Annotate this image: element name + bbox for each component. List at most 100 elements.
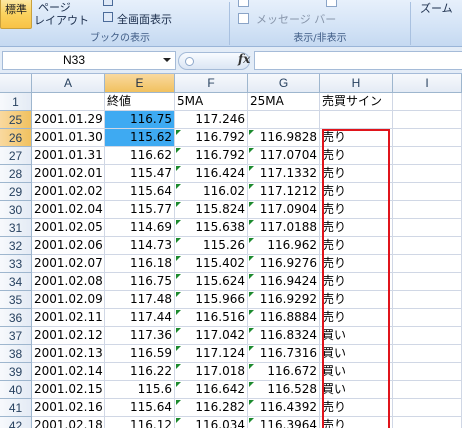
cell-5ma[interactable]: 117.124 [175, 345, 248, 363]
chevron-down-icon[interactable] [163, 58, 171, 62]
cell-25ma[interactable]: 116.528 [248, 381, 320, 399]
cell-close[interactable]: 117.48 [105, 291, 175, 309]
cell-25ma[interactable] [248, 111, 320, 129]
normal-view-button[interactable]: 標準 [0, 0, 32, 29]
cell-signal[interactable]: 売り [320, 291, 393, 309]
cell-5ma[interactable]: 116.516 [175, 309, 248, 327]
cell-5ma[interactable]: 116.02 [175, 183, 248, 201]
column-header-h[interactable]: H [320, 74, 393, 93]
cell-25ma[interactable]: 117.0704 [248, 147, 320, 165]
cell-5ma[interactable]: 116.642 [175, 381, 248, 399]
cell-date[interactable]: 2001.01.30 [32, 129, 105, 147]
cell-close[interactable]: 116.59 [105, 345, 175, 363]
cell-empty[interactable] [393, 291, 462, 309]
cell-5ma[interactable]: 116.792 [175, 129, 248, 147]
cell-25ma[interactable]: 116.7316 [248, 345, 320, 363]
zoom-button[interactable]: ズーム [420, 0, 453, 16]
row-header[interactable]: 1 [0, 93, 32, 111]
cell-signal[interactable]: 売り [320, 273, 393, 291]
cell-signal[interactable]: 売り [320, 309, 393, 327]
cell-signal[interactable]: 売り [320, 237, 393, 255]
fullscreen-button[interactable]: 全画面表示 [117, 11, 172, 27]
cell-date[interactable]: 2001.01.31 [32, 147, 105, 165]
cell-signal[interactable]: 買い [320, 363, 393, 381]
cell-date[interactable]: 2001.02.13 [32, 345, 105, 363]
cell-close[interactable]: 116.62 [105, 147, 175, 165]
cell-close[interactable]: 114.73 [105, 237, 175, 255]
cell-5ma[interactable]: 115.26 [175, 237, 248, 255]
cell-signal[interactable]: 売り [320, 129, 393, 147]
cell-25ma[interactable]: 116.4392 [248, 399, 320, 417]
cell-5ma[interactable]: 115.624 [175, 273, 248, 291]
cell-close[interactable]: 115.64 [105, 399, 175, 417]
cell-date[interactable]: 2001.02.08 [32, 273, 105, 291]
cell-empty[interactable] [393, 345, 462, 363]
cell-close[interactable]: 115.47 [105, 165, 175, 183]
cell-signal[interactable]: 買い [320, 345, 393, 363]
cell-date[interactable]: 2001.02.12 [32, 327, 105, 345]
cell-signal[interactable]: 売り [320, 201, 393, 219]
cell-date[interactable]: 2001.02.01 [32, 165, 105, 183]
cell-empty[interactable] [393, 309, 462, 327]
cell-empty[interactable] [393, 237, 462, 255]
cell-5ma[interactable]: 115.638 [175, 219, 248, 237]
cell-5ma[interactable]: 116.282 [175, 399, 248, 417]
cell-signal[interactable]: 買い [320, 381, 393, 399]
worksheet-grid[interactable]: A E F G H I 1 終値 5MA 25MA 売買サイン 25 2001.01.29 1… [0, 74, 462, 428]
formula-input[interactable] [254, 51, 462, 70]
cell-close[interactable]: 114.69 [105, 219, 175, 237]
cell-date[interactable]: 2001.02.18 [32, 417, 105, 428]
row-header[interactable]: 34 [0, 273, 32, 291]
cell-25ma[interactable]: 117.1212 [248, 183, 320, 201]
cell-25ma[interactable]: 116.8884 [248, 309, 320, 327]
row-header[interactable]: 28 [0, 165, 32, 183]
cell-close[interactable]: 116.75 [105, 111, 175, 129]
cell-date[interactable]: 2001.02.16 [32, 399, 105, 417]
cell-25ma[interactable]: 116.9292 [248, 291, 320, 309]
row-header[interactable]: 30 [0, 201, 32, 219]
header-cell[interactable] [393, 93, 462, 111]
cell-25ma[interactable]: 117.1332 [248, 165, 320, 183]
cell-date[interactable]: 2001.02.15 [32, 381, 105, 399]
cell-25ma[interactable]: 117.0188 [248, 219, 320, 237]
cell-25ma[interactable]: 117.0904 [248, 201, 320, 219]
cell-signal[interactable]: 売り [320, 165, 393, 183]
cell-date[interactable]: 2001.02.06 [32, 237, 105, 255]
cell-empty[interactable] [393, 219, 462, 237]
page-layout-label-2[interactable]: レイアウト [34, 12, 89, 28]
cell-25ma[interactable]: 116.9276 [248, 255, 320, 273]
cell-empty[interactable] [393, 147, 462, 165]
cell-close[interactable]: 115.6 [105, 381, 175, 399]
cell-signal[interactable]: 売り [320, 147, 393, 165]
header-cell[interactable]: 5MA [175, 93, 248, 111]
row-header[interactable]: 42 [0, 417, 32, 428]
cell-empty[interactable] [393, 273, 462, 291]
cell-empty[interactable] [393, 255, 462, 273]
cell-empty[interactable] [393, 129, 462, 147]
header-cell[interactable] [32, 93, 105, 111]
cell-date[interactable]: 2001.02.02 [32, 183, 105, 201]
row-header[interactable]: 25 [0, 111, 32, 129]
cell-signal[interactable]: 売り [320, 399, 393, 417]
row-header[interactable]: 37 [0, 327, 32, 345]
cell-empty[interactable] [393, 201, 462, 219]
row-header[interactable]: 39 [0, 363, 32, 381]
header-cell[interactable]: 終値 [105, 93, 175, 111]
cell-5ma[interactable]: 116.424 [175, 165, 248, 183]
column-header-f[interactable]: F [175, 74, 248, 93]
cell-25ma[interactable]: 116.962 [248, 237, 320, 255]
cell-signal[interactable]: 買い [320, 327, 393, 345]
cell-signal[interactable]: 売り [320, 255, 393, 273]
column-header-i[interactable]: I [393, 74, 462, 93]
cell-5ma[interactable]: 115.824 [175, 201, 248, 219]
header-cell[interactable]: 25MA [248, 93, 320, 111]
row-header[interactable]: 26 [0, 129, 32, 147]
cell-signal[interactable]: 売り [320, 219, 393, 237]
cell-empty[interactable] [393, 183, 462, 201]
cell-empty[interactable] [393, 327, 462, 345]
row-header[interactable]: 33 [0, 255, 32, 273]
cell-date[interactable]: 2001.02.14 [32, 363, 105, 381]
cell-close[interactable]: 115.64 [105, 183, 175, 201]
cell-close[interactable]: 117.44 [105, 309, 175, 327]
cell-close[interactable]: 116.18 [105, 255, 175, 273]
